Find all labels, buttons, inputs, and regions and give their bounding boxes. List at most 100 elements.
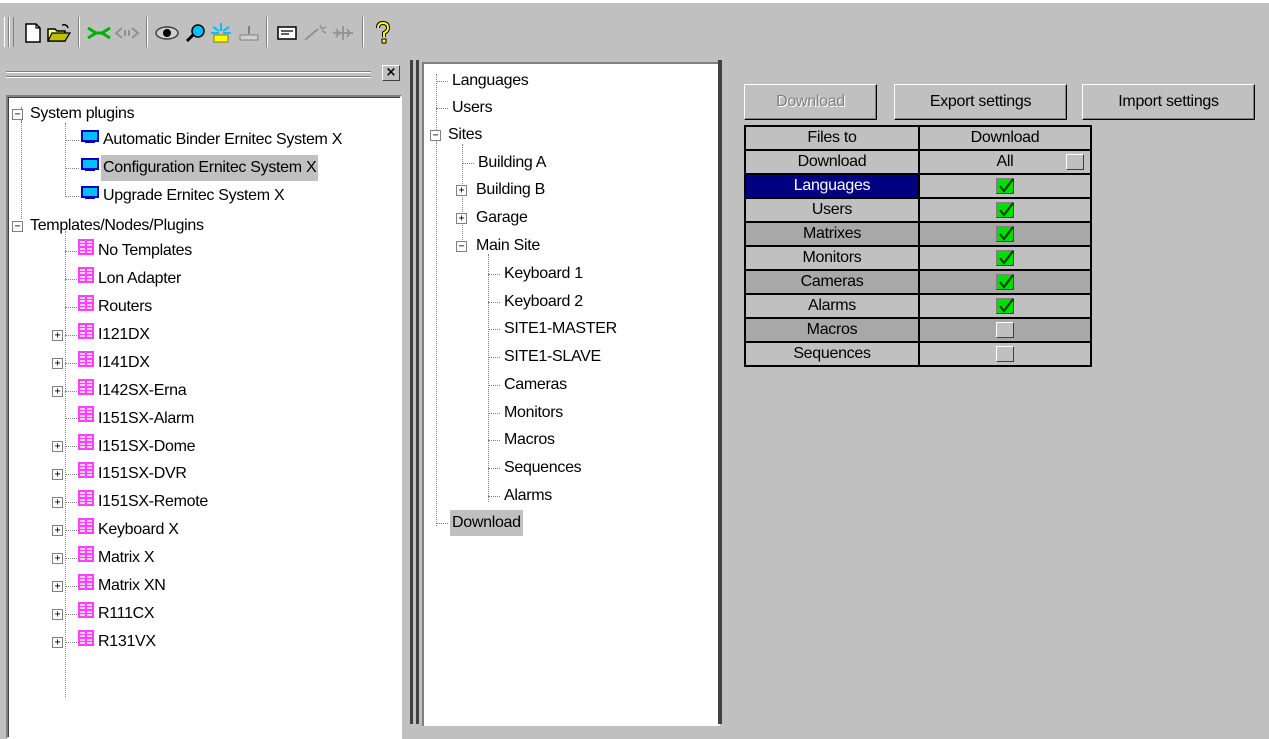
checked-checkbox[interactable] — [996, 225, 1014, 242]
tree-node-building-b[interactable]: + Building B — [456, 177, 547, 203]
import-settings-button[interactable]: Import settings — [1082, 84, 1255, 120]
tree-node-main-site-child[interactable]: SITE1-MASTER — [488, 316, 619, 342]
wizard-icon[interactable] — [302, 21, 328, 45]
download-all-cell[interactable]: All — [918, 149, 1092, 175]
tree-node-main-site-child[interactable]: Sequences — [488, 455, 583, 481]
checked-checkbox[interactable] — [996, 297, 1014, 314]
tree-node-template[interactable]: + I151SX-Dome — [52, 433, 197, 459]
tree-node-template[interactable]: + R131VX — [52, 629, 158, 655]
grid-download-cell[interactable] — [918, 269, 1092, 295]
tree-node-template[interactable]: + I121DX — [52, 322, 152, 348]
tree-node-main-site-child[interactable]: Cameras — [488, 372, 569, 398]
grid-file-label[interactable]: Monitors — [744, 245, 920, 271]
tree-node-template[interactable]: + I141DX — [52, 350, 152, 376]
grid-download-cell[interactable] — [918, 221, 1092, 247]
expand-icon[interactable]: + — [456, 185, 467, 196]
grid-download-cell[interactable] — [918, 197, 1092, 223]
grid-file-label[interactable]: Languages — [744, 173, 920, 199]
tree-node-languages[interactable]: Languages — [436, 68, 531, 94]
checked-checkbox[interactable] — [996, 201, 1014, 218]
close-icon[interactable]: × — [382, 65, 400, 81]
grid-download-cell[interactable] — [918, 173, 1092, 199]
view-icon[interactable] — [154, 21, 180, 45]
sites-tree[interactable]: Languages Users − Sites Building A + Bui… — [422, 62, 720, 726]
tree-node-template[interactable]: + Matrix XN — [52, 573, 168, 599]
open-icon[interactable] — [46, 21, 72, 45]
expand-icon[interactable]: + — [52, 469, 63, 481]
grid-download-cell[interactable] — [918, 245, 1092, 271]
tree-node-template[interactable]: Lon Adapter — [52, 266, 183, 292]
tree-node-main-site[interactable]: − Main Site — [456, 233, 542, 259]
tree-node-download[interactable]: Download — [436, 510, 523, 536]
grid-file-label[interactable]: Matrixes — [744, 221, 920, 247]
export-settings-button[interactable]: Export settings — [894, 84, 1067, 120]
tree-node-template[interactable]: No Templates — [52, 238, 194, 264]
tree-node-template[interactable]: + I151SX-Remote — [52, 489, 210, 515]
expand-icon[interactable]: + — [52, 357, 63, 369]
grid-file-label[interactable]: Cameras — [744, 269, 920, 295]
collapse-icon[interactable]: − — [12, 109, 23, 120]
unchecked-checkbox[interactable] — [996, 345, 1014, 362]
tree-node-template[interactable]: + R111CX — [52, 601, 156, 627]
grid-download-cell[interactable] — [918, 317, 1092, 343]
checked-checkbox[interactable] — [996, 273, 1014, 290]
tree-node-system-plugins[interactable]: − System plugins — [12, 101, 136, 127]
grid-file-label[interactable]: Alarms — [744, 293, 920, 319]
grid-file-label[interactable]: Sequences — [744, 341, 920, 367]
grid-file-label[interactable]: Macros — [744, 317, 920, 343]
expand-icon[interactable]: + — [52, 608, 63, 620]
expand-icon[interactable]: + — [52, 385, 63, 397]
expand-icon[interactable]: + — [52, 552, 63, 564]
tree-node-main-site-child[interactable]: Keyboard 1 — [488, 261, 585, 287]
expand-icon[interactable]: + — [52, 525, 63, 536]
help-icon[interactable] — [370, 21, 396, 45]
collapse-icon[interactable]: − — [456, 241, 467, 252]
highlight-icon[interactable] — [208, 21, 234, 45]
grid-download-cell[interactable] — [918, 293, 1092, 319]
expand-icon[interactable]: + — [52, 329, 63, 341]
disconnect-icon[interactable] — [114, 21, 140, 45]
tree-node-main-site-child[interactable]: Macros — [488, 427, 557, 453]
message-icon[interactable] — [274, 21, 300, 45]
grid-file-label[interactable]: Users — [744, 197, 920, 223]
tree-node-system-plugin[interactable]: Configuration Ernitec System X — [65, 155, 319, 182]
tree-node-template[interactable]: Routers — [52, 294, 154, 320]
tree-node-main-site-child[interactable]: Keyboard 2 — [488, 289, 585, 315]
download-all-checkbox[interactable] — [1066, 154, 1084, 170]
tree-node-building-a[interactable]: Building A — [462, 150, 548, 176]
tree-node-system-plugin[interactable]: Automatic Binder Ernitec System X — [65, 127, 344, 153]
toolbar-grip[interactable] — [9, 17, 14, 47]
collapse-icon[interactable]: − — [12, 221, 23, 232]
expand-icon[interactable]: + — [52, 441, 63, 453]
tree-node-main-site-child[interactable]: SITE1-SLAVE — [488, 344, 603, 370]
expand-icon[interactable]: + — [52, 636, 63, 648]
tree-node-garage[interactable]: + Garage — [456, 205, 530, 231]
grid-download-cell[interactable] — [918, 341, 1092, 367]
tree-node-template[interactable]: I151SX-Alarm — [52, 405, 196, 431]
tree-node-sites[interactable]: − Sites — [430, 122, 484, 148]
tree-node-template[interactable]: + Matrix X — [52, 545, 156, 571]
pane-splitter[interactable] — [408, 60, 422, 724]
tree-node-template[interactable]: + I142SX-Erna — [52, 378, 188, 404]
new-icon[interactable] — [20, 21, 46, 45]
network-icon[interactable] — [330, 21, 356, 45]
expand-icon[interactable]: + — [456, 213, 467, 224]
pane-titlebar[interactable] — [6, 66, 386, 88]
plugins-tree[interactable]: − System plugins Automatic Binder Ernite… — [6, 95, 402, 739]
tree-node-system-plugin[interactable]: Upgrade Ernitec System X — [65, 183, 286, 209]
tree-node-main-site-child[interactable]: Alarms — [488, 483, 554, 509]
connect-icon[interactable] — [86, 21, 112, 45]
tree-node-main-site-child[interactable]: Monitors — [488, 400, 565, 426]
expand-icon[interactable]: + — [52, 580, 63, 592]
search-icon[interactable] — [182, 21, 208, 45]
checked-checkbox[interactable] — [996, 177, 1014, 194]
collapse-icon[interactable]: − — [430, 130, 441, 141]
tree-node-template[interactable]: + I151SX-DVR — [52, 461, 189, 487]
download-button[interactable]: Download — [744, 84, 877, 120]
install-icon[interactable] — [236, 21, 262, 45]
tree-node-users[interactable]: Users — [436, 95, 494, 121]
unchecked-checkbox[interactable] — [996, 321, 1014, 338]
tree-node-template[interactable]: + Keyboard X — [52, 517, 181, 543]
expand-icon[interactable]: + — [52, 497, 63, 509]
checked-checkbox[interactable] — [996, 249, 1014, 266]
